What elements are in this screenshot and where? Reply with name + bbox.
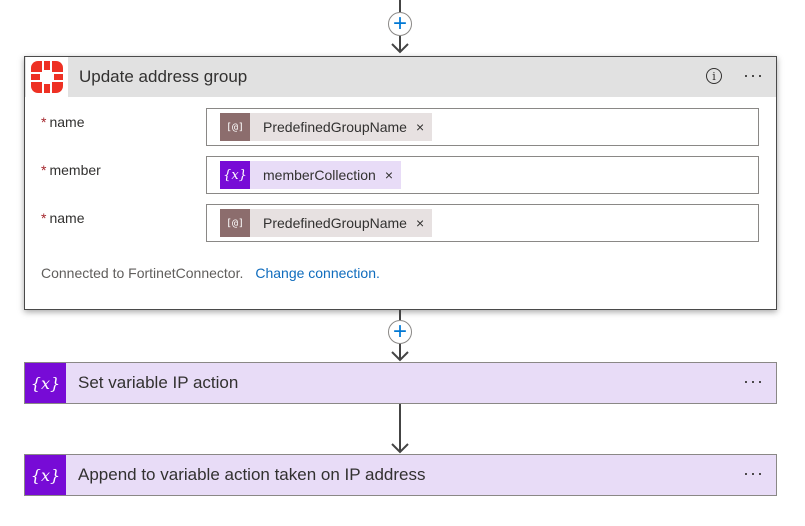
card-title: Append to variable action taken on IP ad… bbox=[78, 465, 426, 484]
arrow-down-icon bbox=[391, 344, 409, 362]
set-variable-card[interactable]: {x} Set variable IP action ··· bbox=[24, 362, 777, 404]
field-label: * name bbox=[41, 114, 85, 130]
variable-icon: {x} bbox=[25, 363, 66, 403]
name-field[interactable]: [@] PredefinedGroupName × bbox=[206, 108, 759, 146]
card-header[interactable]: Update address group i ··· bbox=[25, 57, 776, 97]
name-field[interactable]: [@] PredefinedGroupName × bbox=[206, 204, 759, 242]
insert-step-button-middle[interactable]: + bbox=[388, 320, 412, 344]
remove-token-icon[interactable]: × bbox=[385, 167, 393, 183]
token-predefined-group-name[interactable]: [@] PredefinedGroupName × bbox=[220, 113, 433, 141]
group-token-icon: [@] bbox=[220, 113, 250, 141]
fortinet-logo bbox=[26, 57, 68, 97]
variable-icon: {x} bbox=[25, 455, 66, 495]
connection-status: Connected to FortinetConnector. Change co… bbox=[41, 265, 380, 281]
token-predefined-group-name[interactable]: [@] PredefinedGroupName × bbox=[220, 209, 433, 237]
field-row-name-1: * name [@] PredefinedGroupName × bbox=[25, 108, 776, 146]
arrow-down-icon bbox=[391, 36, 409, 54]
variable-token-icon: {x} bbox=[220, 161, 250, 189]
card-title: Update address group bbox=[79, 67, 248, 86]
member-field[interactable]: {x} memberCollection × bbox=[206, 156, 759, 194]
more-options-icon[interactable]: ··· bbox=[743, 463, 764, 484]
field-label: * member bbox=[41, 162, 101, 178]
plus-icon: + bbox=[392, 10, 407, 37]
field-row-member: * member {x} memberCollection × bbox=[25, 156, 776, 194]
group-token-icon: [@] bbox=[220, 209, 250, 237]
update-address-group-card: Update address group i ··· * name [@] Pre… bbox=[24, 56, 777, 310]
field-row-name-2: * name [@] PredefinedGroupName × bbox=[25, 204, 776, 242]
more-options-icon[interactable]: ··· bbox=[743, 371, 764, 392]
remove-token-icon[interactable]: × bbox=[416, 215, 424, 231]
remove-token-icon[interactable]: × bbox=[416, 119, 424, 135]
append-variable-card[interactable]: {x} Append to variable action taken on I… bbox=[24, 454, 777, 496]
token-member-collection[interactable]: {x} memberCollection × bbox=[220, 161, 402, 189]
plus-icon: + bbox=[392, 318, 407, 345]
change-connection-link[interactable]: Change connection. bbox=[255, 265, 380, 281]
insert-step-button-top[interactable]: + bbox=[388, 12, 412, 36]
info-icon[interactable]: i bbox=[706, 68, 722, 84]
arrow-down-icon bbox=[391, 404, 409, 454]
more-options-icon[interactable]: ··· bbox=[743, 65, 764, 86]
card-title: Set variable IP action bbox=[78, 373, 239, 392]
field-label: * name bbox=[41, 210, 85, 226]
